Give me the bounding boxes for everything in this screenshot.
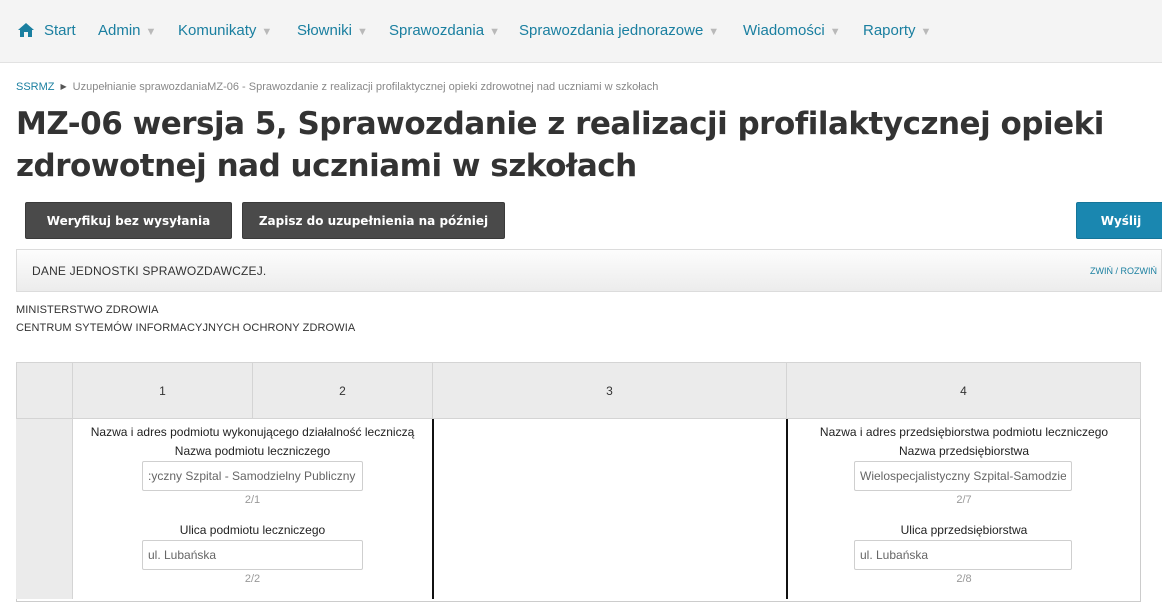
nav-komunikaty[interactable]: Komunikaty ▼ <box>178 22 272 39</box>
nav-slowniki[interactable]: Słowniki ▼ <box>297 22 368 39</box>
nav-slowniki-label: Słowniki <box>297 22 353 39</box>
nav-start[interactable]: Start <box>44 22 76 39</box>
column-divider <box>432 419 434 599</box>
right-block-heading: Nazwa i adres przedsiębiorstwa podmiotu … <box>819 425 1109 439</box>
column-header-3: 3 <box>432 362 787 419</box>
organization-line-2: CENTRUM SYTEMÓW INFORMACYJNYCH OCHRONY Z… <box>16 322 356 334</box>
enterprise-name-input[interactable] <box>854 461 1072 491</box>
field-code: 2/7 <box>956 494 972 506</box>
enterprise-street-input[interactable] <box>854 540 1072 570</box>
nav-wiadomosci-label: Wiadomości <box>743 22 825 39</box>
chevron-down-icon: ▼ <box>261 26 273 38</box>
breadcrumb-current: Uzupełnianie sprawozdaniaMZ-06 - Sprawoz… <box>72 81 659 93</box>
nav-wiadomosci[interactable]: Wiadomości ▼ <box>743 22 841 39</box>
chevron-down-icon: ▼ <box>920 26 932 38</box>
facility-name-input[interactable] <box>142 461 363 491</box>
enterprise-street-label: Ulica pprzedsiębiorstwa <box>900 523 1028 537</box>
facility-street-label: Ulica podmiotu leczniczego <box>179 523 326 537</box>
page-title: MZ-06 wersja 5, Sprawozdanie z realizacj… <box>16 106 1104 184</box>
nav-admin[interactable]: Admin ▼ <box>98 22 156 39</box>
field-code: 2/1 <box>244 494 261 506</box>
collapse-expand-link[interactable]: ZWIŃ / ROZWIŃ <box>1090 266 1157 276</box>
nav-sprawozdania[interactable]: Sprawozdania ▼ <box>389 22 500 39</box>
chevron-down-icon: ▼ <box>829 26 841 38</box>
top-navbar: Start Admin ▼ Komunikaty ▼ Słowniki ▼ Spraw… <box>0 0 1162 63</box>
chevron-down-icon: ▼ <box>357 26 368 38</box>
facility-street-input[interactable] <box>142 540 363 570</box>
row-index-column <box>16 419 73 599</box>
section-header: DANE JEDNOSTKI SPRAWOZDAWCZEJ. ZWIŃ / RO… <box>16 249 1162 292</box>
field-code: 2/8 <box>956 573 972 585</box>
facility-name-label: Nazwa podmiotu leczniczego <box>174 444 331 458</box>
breadcrumb-root-link[interactable]: SSRMZ <box>16 81 55 93</box>
column-header-4: 4 <box>786 362 1141 419</box>
chevron-down-icon: ▼ <box>708 26 720 38</box>
nav-admin-label: Admin <box>98 22 141 39</box>
home-icon[interactable] <box>17 22 35 38</box>
verify-button[interactable]: Weryfikuj bez wysyłania <box>25 202 232 239</box>
column-header-1: 1 <box>72 362 253 419</box>
nav-raporty[interactable]: Raporty ▼ <box>863 22 931 39</box>
enterprise-name-label: Nazwa przedsiębiorstwa <box>898 444 1030 458</box>
breadcrumb: SSRMZ ▶ Uzupełnianie sprawozdaniaMZ-06 - S… <box>16 81 658 93</box>
column-header-2: 2 <box>252 362 433 419</box>
chevron-right-icon: ▶ <box>60 82 67 91</box>
nav-sprawozdania-jednorazowe[interactable]: Sprawozdania jednorazowe ▼ <box>519 22 719 39</box>
send-button[interactable]: Wyślij <box>1076 202 1162 239</box>
nav-komunikaty-label: Komunikaty <box>178 22 257 39</box>
left-block-heading: Nazwa i adres podmiotu wykonującego dzia… <box>90 425 415 439</box>
section-title: DANE JEDNOSTKI SPRAWOZDAWCZEJ. <box>32 264 267 278</box>
nav-sprawozdania-label: Sprawozdania <box>389 22 485 39</box>
save-later-button[interactable]: Zapisz do uzupełnienia na później <box>242 202 505 239</box>
table-corner-cell <box>16 362 73 419</box>
nav-sprawozdania-jednorazowe-label: Sprawozdania jednorazowe <box>519 22 704 39</box>
nav-raporty-label: Raporty <box>863 22 916 39</box>
field-code: 2/2 <box>244 573 261 585</box>
organization-line-1: MINISTERSTWO ZDROWIA <box>16 304 159 316</box>
chevron-down-icon: ▼ <box>145 26 157 38</box>
chevron-down-icon: ▼ <box>489 26 500 38</box>
